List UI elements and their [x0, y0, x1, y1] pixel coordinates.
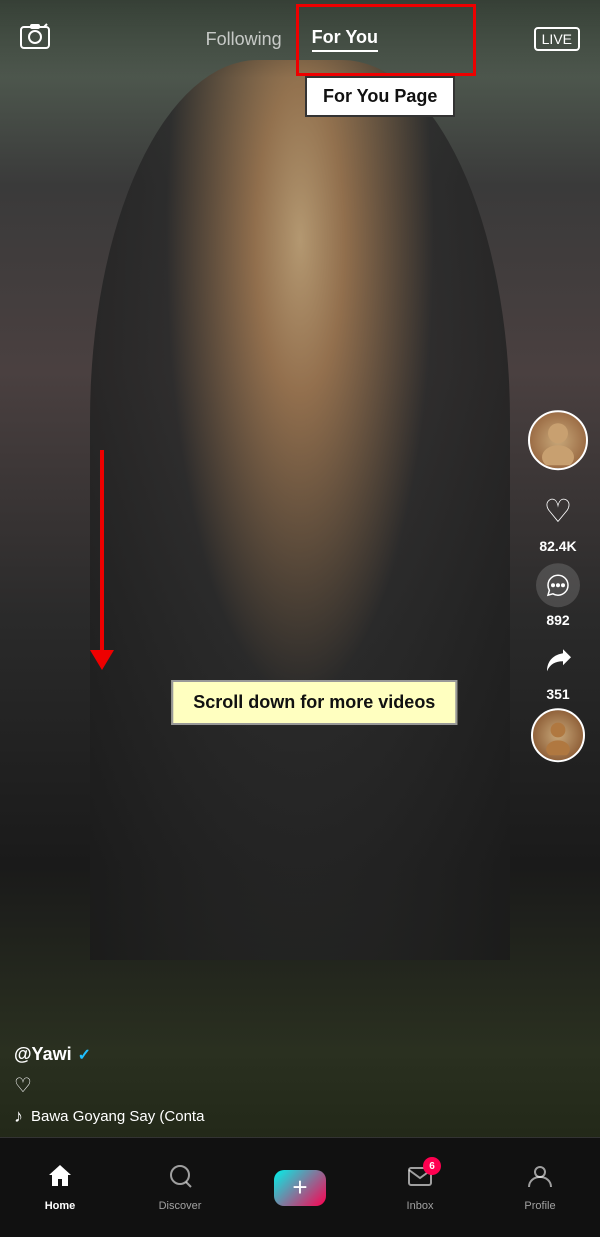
home-icon [47, 1163, 73, 1196]
heart-small: ♡ [14, 1073, 204, 1098]
right-actions-panel: ♡ 82.4K 892 351 [528, 410, 588, 758]
music-info: ♪ Bawa Goyang Say (Conta [14, 1106, 204, 1127]
discover-label: Discover [159, 1200, 202, 1212]
for-you-page-callout: For You Page [305, 76, 455, 117]
creator-avatar[interactable] [528, 410, 588, 470]
profile-icon [527, 1163, 553, 1196]
nav-create[interactable]: + [240, 1170, 360, 1206]
share-button[interactable]: 351 [533, 634, 583, 702]
music-note-icon: ♪ [14, 1106, 23, 1127]
music-avatar[interactable] [531, 708, 585, 762]
video-person [90, 60, 510, 960]
discover-icon [167, 1163, 193, 1196]
following-tab[interactable]: Following [206, 29, 282, 50]
nav-home[interactable]: Home [0, 1163, 120, 1212]
creator-username: @Yawi ✓ [14, 1044, 204, 1065]
profile-label: Profile [524, 1200, 555, 1212]
scroll-arrow [90, 450, 114, 670]
top-navigation: Following For You LIVE [0, 0, 600, 78]
share-count: 351 [546, 686, 569, 702]
like-button[interactable]: ♡ 82.4K [533, 486, 583, 554]
inbox-label: Inbox [407, 1200, 434, 1212]
share-icon [533, 634, 583, 684]
comment-button[interactable]: 892 [533, 560, 583, 628]
comment-count: 892 [546, 612, 569, 628]
bottom-navigation: Home Discover + 6 Inbox [0, 1137, 600, 1237]
like-count: 82.4K [539, 538, 576, 554]
music-title: Bawa Goyang Say (Conta [31, 1108, 204, 1125]
inbox-badge: 6 [423, 1157, 441, 1175]
nav-discover[interactable]: Discover [120, 1163, 240, 1212]
like-icon: ♡ [533, 486, 583, 536]
live-button[interactable]: LIVE [534, 27, 580, 51]
scroll-instruction-container: Scroll down for more videos [171, 680, 457, 725]
inbox-container: 6 [407, 1163, 433, 1196]
nav-profile[interactable]: Profile [480, 1163, 600, 1212]
camera-icon[interactable] [20, 22, 50, 57]
comment-icon [533, 560, 583, 610]
nav-inbox[interactable]: 6 Inbox [360, 1163, 480, 1212]
arrow-head [90, 650, 114, 670]
verified-badge: ✓ [78, 1045, 91, 1065]
for-you-tab[interactable]: For You [312, 27, 378, 52]
arrow-line [100, 450, 104, 650]
home-label: Home [45, 1200, 76, 1212]
scroll-instruction-text: Scroll down for more videos [171, 680, 457, 725]
video-info: @Yawi ✓ ♡ ♪ Bawa Goyang Say (Conta [14, 1044, 204, 1127]
create-button[interactable]: + [274, 1170, 326, 1206]
nav-tabs: Following For You [206, 27, 378, 52]
plus-icon: + [292, 1172, 307, 1203]
